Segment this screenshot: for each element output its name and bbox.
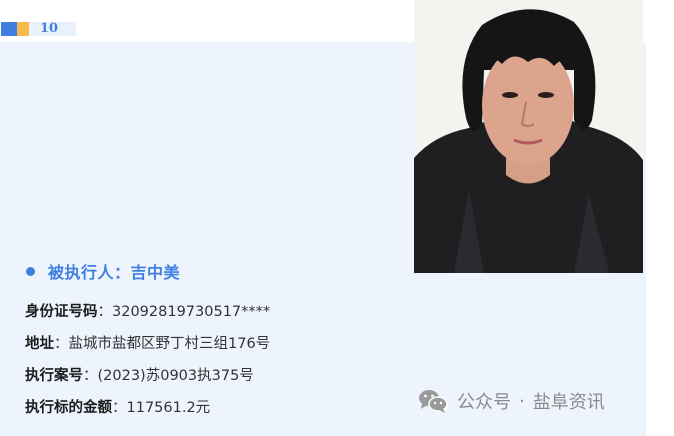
portrait-photo <box>414 0 643 273</box>
wechat-icon <box>419 390 448 413</box>
heading-colon: ： <box>114 263 131 282</box>
watermark-separator: · <box>519 390 525 412</box>
portrait-image <box>414 0 643 273</box>
badge-orange-square <box>17 22 29 36</box>
amount-value: 117561.2元 <box>126 400 211 416</box>
section-number-badge: 10 <box>1 22 77 36</box>
person-name: 吉中美 <box>130 263 181 282</box>
bullet-dot-icon <box>26 266 35 276</box>
amount-label: 执行标的金额 <box>25 400 112 416</box>
id-number-row: 身份证号码：32092819730517**** <box>25 300 270 321</box>
case-number-row: 执行案号：(2023)苏0903执375号 <box>25 364 254 385</box>
case-number-colon: ： <box>83 368 98 384</box>
id-number-value: 32092819730517**** <box>112 304 271 320</box>
address-row: 地址：盐城市盐都区野丁村三组176号 <box>25 332 270 353</box>
badge-number: 10 <box>29 22 77 36</box>
badge-blue-square <box>1 22 17 36</box>
id-number-label: 身份证号码 <box>25 304 98 320</box>
case-number-value: (2023)苏0903执375号 <box>97 368 254 384</box>
id-number-colon: ： <box>97 304 113 320</box>
case-number-label: 执行案号 <box>25 368 83 384</box>
address-value: 盐城市盐都区野丁村三组176号 <box>68 336 271 352</box>
account-watermark: 公众号 · 盐阜资讯 <box>418 388 605 414</box>
address-colon: ： <box>54 336 69 352</box>
amount-row: 执行标的金额：117561.2元 <box>25 396 210 417</box>
watermark-account-type: 公众号 <box>457 392 511 413</box>
watermark-account-name: 盐阜资讯 <box>532 392 605 413</box>
heading-label: 被执行人 <box>48 263 115 282</box>
amount-colon: ： <box>112 400 127 416</box>
address-label: 地址 <box>25 336 54 352</box>
person-heading: 被执行人 ： 吉中美 <box>26 259 180 283</box>
